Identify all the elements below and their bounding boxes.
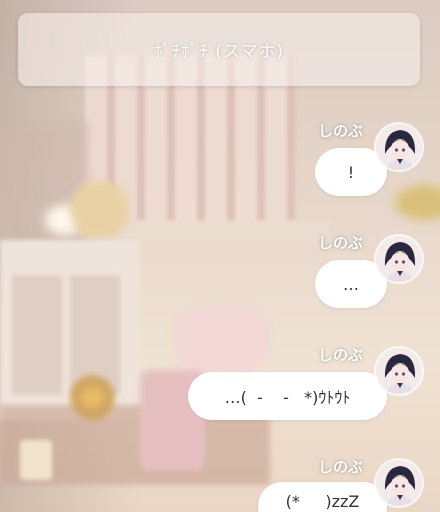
message-bubble[interactable]: (* )zzZ bbox=[258, 482, 387, 512]
avatar[interactable] bbox=[376, 460, 422, 506]
message-text: … bbox=[343, 274, 359, 294]
avatar[interactable] bbox=[376, 236, 422, 282]
character-portrait-icon bbox=[376, 460, 422, 506]
avatar[interactable] bbox=[376, 124, 422, 170]
avatar[interactable] bbox=[376, 348, 422, 394]
message-text: …( - - *)ｳﾄｳﾄ bbox=[224, 388, 351, 407]
message-text: (* )zzZ bbox=[285, 492, 360, 511]
message-bubble[interactable]: …( - - *)ｳﾄｳﾄ bbox=[188, 372, 387, 420]
chat-title: ﾎﾟﾁﾎﾟﾁ (スマホ) bbox=[153, 42, 285, 62]
message-text: ! bbox=[347, 162, 355, 182]
character-portrait-icon bbox=[376, 348, 422, 394]
sender-name: しのぶ bbox=[318, 122, 364, 140]
sender-name: しのぶ bbox=[318, 346, 364, 364]
message-bubble[interactable]: ! bbox=[315, 148, 387, 196]
character-portrait-icon bbox=[376, 124, 422, 170]
character-portrait-icon bbox=[376, 236, 422, 282]
sender-name: しのぶ bbox=[318, 234, 364, 252]
sender-name: しのぶ bbox=[318, 458, 364, 476]
message-bubble[interactable]: … bbox=[315, 260, 387, 308]
chat-header: ﾎﾟﾁﾎﾟﾁ (スマホ) bbox=[18, 13, 420, 86]
